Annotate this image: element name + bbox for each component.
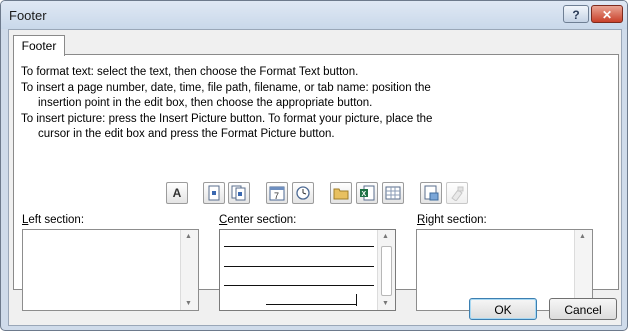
insert-file-name-button[interactable]: X — [356, 182, 378, 204]
center-section-scrollbar[interactable]: ▲ ▼ — [377, 230, 395, 310]
ok-button[interactable]: OK — [469, 298, 537, 320]
svg-text:X: X — [362, 191, 367, 198]
svg-text:7: 7 — [274, 191, 279, 201]
close-button[interactable]: ✕ — [591, 5, 623, 23]
text-line — [224, 246, 374, 247]
folder-icon — [333, 188, 349, 200]
insert-sheet-name-button[interactable] — [382, 182, 404, 204]
excel-file-icon: X — [360, 185, 375, 201]
right-section-label: Right section: — [417, 214, 487, 226]
scroll-up-icon[interactable]: ▲ — [185, 233, 192, 240]
tab-footer[interactable]: Footer — [13, 35, 65, 56]
scroll-thumb[interactable] — [381, 246, 392, 296]
left-section-scrollbar[interactable]: ▲ ▼ — [180, 230, 198, 310]
cancel-button[interactable]: Cancel — [549, 298, 617, 320]
insert-toolbar: A 7 X — [14, 182, 618, 208]
title-bar: Footer ? ✕ — [1, 1, 627, 29]
page-number-icon — [208, 185, 220, 201]
dialog-body: Footer To format text: select the text, … — [8, 29, 622, 326]
format-text-icon: A — [172, 186, 182, 200]
insert-page-number-button[interactable] — [203, 182, 225, 204]
instructions-text: To format text: select the text, then ch… — [21, 65, 432, 143]
insert-file-path-button[interactable] — [330, 182, 352, 204]
sheet-grid-icon — [385, 186, 401, 200]
text-line — [224, 285, 374, 286]
text-line — [224, 266, 374, 267]
instruction-line: To format text: select the text, then ch… — [21, 66, 359, 78]
left-section-edit[interactable]: ▲ ▼ — [22, 229, 199, 311]
format-picture-icon — [451, 186, 464, 201]
picture-icon — [424, 185, 439, 201]
center-section-label: Center section: — [219, 214, 296, 226]
clock-icon — [296, 186, 310, 200]
dialog-title: Footer — [9, 8, 47, 23]
scroll-down-icon[interactable]: ▼ — [185, 300, 192, 307]
left-section-label: Left section: — [22, 214, 84, 226]
scroll-up-icon[interactable]: ▲ — [382, 233, 389, 240]
insert-date-button[interactable]: 7 — [266, 182, 288, 204]
scroll-down-icon[interactable]: ▼ — [382, 300, 389, 307]
text-line — [266, 304, 356, 305]
format-picture-button[interactable] — [446, 182, 468, 204]
center-section-label-text: enter section: — [227, 214, 297, 226]
center-section-edit[interactable]: ▲ ▼ — [219, 229, 396, 311]
text-cursor — [356, 294, 357, 306]
insert-picture-button[interactable] — [420, 182, 442, 204]
insert-number-of-pages-button[interactable] — [228, 182, 250, 204]
instruction-line: To insert picture: press the Insert Pict… — [21, 112, 433, 125]
tab-panel: To format text: select the text, then ch… — [13, 54, 619, 311]
right-section-label-text: ight section: — [425, 214, 487, 226]
calendar-icon: 7 — [269, 186, 285, 201]
footer-dialog: Footer ? ✕ Footer To format text: select… — [0, 0, 628, 331]
help-button[interactable]: ? — [563, 5, 589, 23]
format-text-button[interactable]: A — [166, 182, 188, 204]
number-of-pages-icon — [231, 185, 246, 201]
scroll-up-icon[interactable]: ▲ — [579, 233, 586, 240]
left-section-label-text: eft section: — [28, 214, 85, 226]
instruction-line: insertion point in the edit box, then ch… — [38, 97, 373, 109]
instruction-line: To insert a page number, date, time, fil… — [21, 81, 431, 94]
instruction-line: cursor in the edit box and press the For… — [38, 128, 335, 140]
insert-time-button[interactable] — [292, 182, 314, 204]
